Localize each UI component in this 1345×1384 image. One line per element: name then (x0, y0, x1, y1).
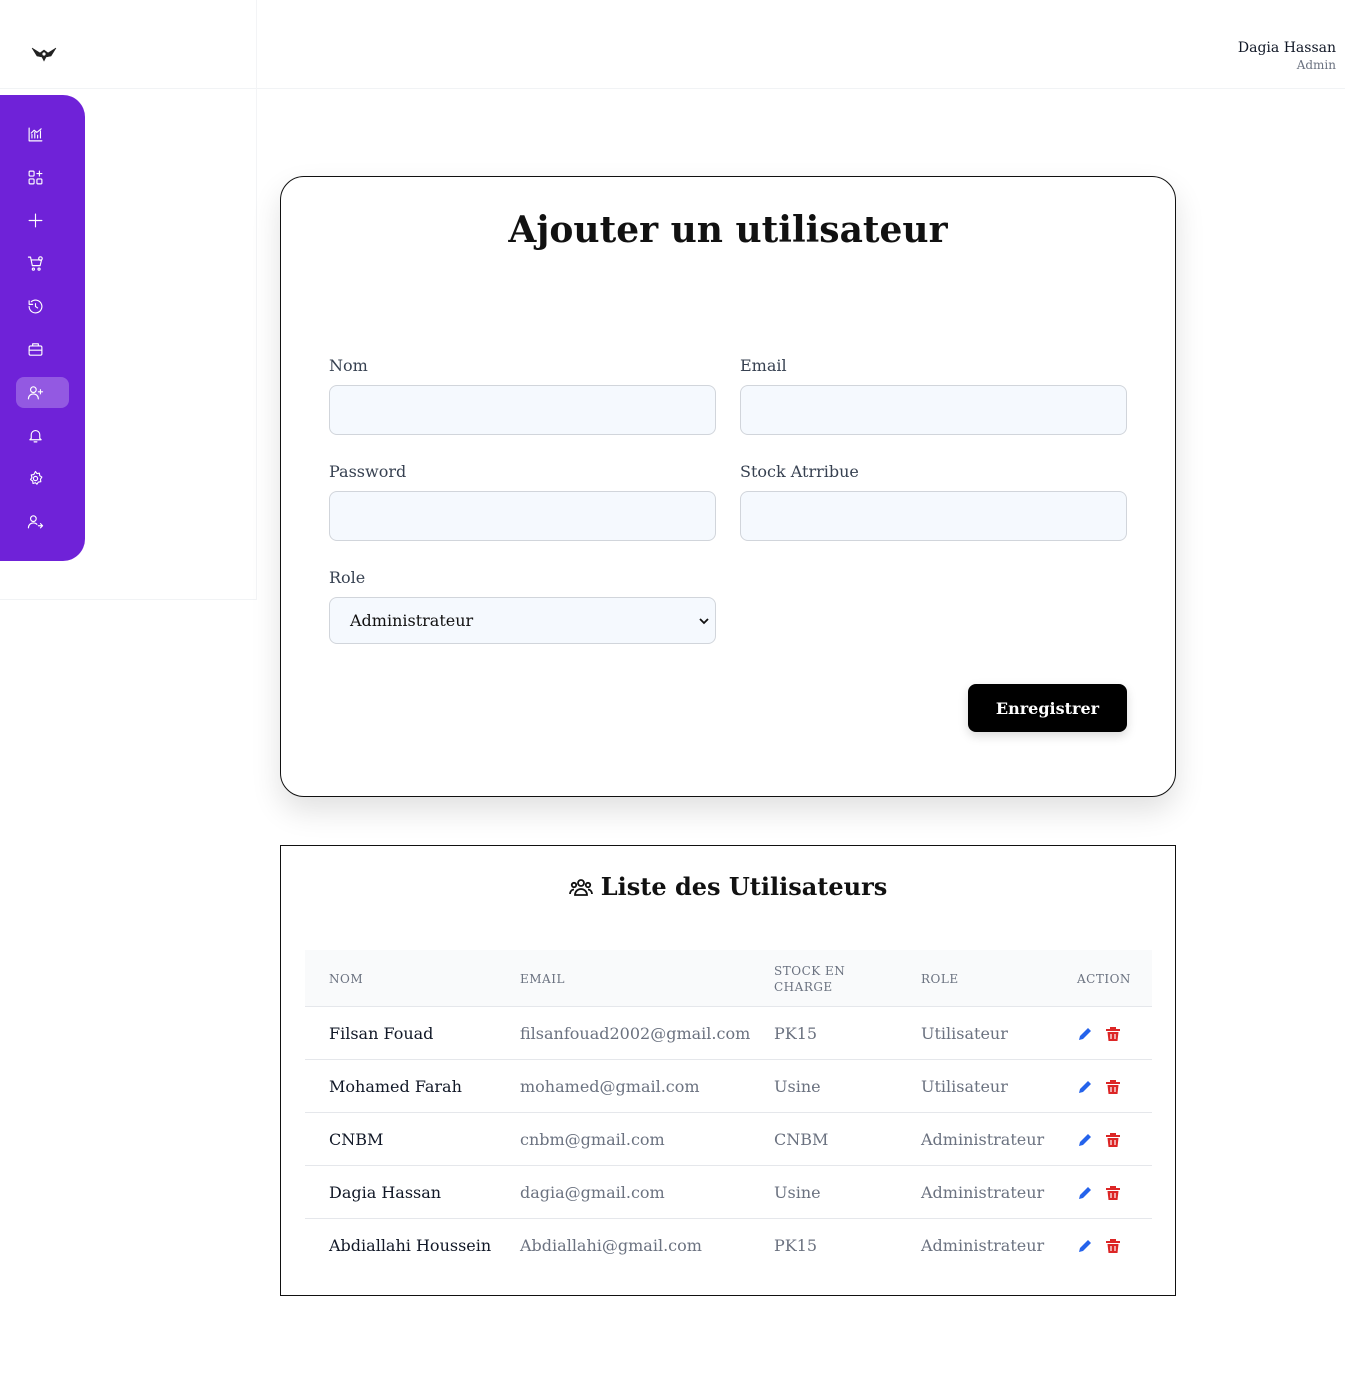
sidebar-item-settings[interactable] (16, 463, 69, 494)
table-row: Dagia Hassan dagia@gmail.com Usine Admin… (305, 1166, 1152, 1219)
row-actions (1077, 1166, 1133, 1219)
sidebar-item-add[interactable] (16, 205, 69, 236)
gear-icon (29, 470, 43, 485)
sidebar-item-dashboard[interactable] (16, 119, 69, 150)
user-nom: Filsan Fouad (329, 1024, 434, 1043)
edit-pencil-icon[interactable] (1077, 1132, 1093, 1148)
user-nom: CNBM (329, 1130, 384, 1149)
delete-trash-icon[interactable] (1105, 1132, 1121, 1148)
table-row: Mohamed Farah mohamed@gmail.com Usine Ut… (305, 1060, 1152, 1113)
user-stock: Usine (774, 1183, 821, 1202)
email-label: Email (740, 356, 787, 375)
stock-label: Stock Atrribue (740, 462, 859, 481)
user-logout-icon (27, 515, 44, 529)
users-list-card: Liste des Utilisateurs NOM EMAIL STOCK E… (280, 845, 1176, 1296)
cart-icon (27, 256, 43, 271)
bell-icon (29, 429, 42, 443)
user-role: Utilisateur (921, 1077, 1008, 1096)
row-actions (1077, 1219, 1133, 1272)
user-stock: PK15 (774, 1236, 818, 1255)
form-title: Ajouter un utilisateur (508, 209, 948, 251)
user-role: Administrateur (921, 1183, 1045, 1202)
user-role: Administrateur (921, 1130, 1045, 1149)
user-nom: Dagia Hassan (329, 1183, 442, 1202)
users-group-icon (568, 878, 593, 896)
user-name: Dagia Hassan (1237, 40, 1336, 56)
users-table: NOM EMAIL STOCK EN CHARGE ROLE ACTION Fi… (305, 950, 1152, 1272)
table-row: Abdiallahi Houssein Abdiallahi@gmail.com… (305, 1219, 1152, 1272)
eagle-logo-icon[interactable] (30, 44, 58, 64)
delete-trash-icon[interactable] (1105, 1238, 1121, 1254)
save-button[interactable]: Enregistrer (968, 684, 1127, 732)
sidebar-bottom-divider (0, 599, 256, 600)
briefcase-icon (28, 343, 43, 356)
user-nom: Abdiallahi Houssein (329, 1236, 492, 1255)
sidebar-item-notifications[interactable] (16, 420, 69, 451)
top-header: Dagia Hassan Admin (257, 0, 1345, 89)
nom-input[interactable] (329, 385, 716, 435)
password-input[interactable] (329, 491, 716, 541)
users-list-title-text: Liste des Utilisateurs (600, 872, 888, 901)
user-role: Administrateur (921, 1236, 1045, 1255)
edit-pencil-icon[interactable] (1077, 1238, 1093, 1254)
stock-input[interactable] (740, 491, 1127, 541)
sidebar-item-history[interactable] (16, 291, 69, 322)
role-label: Role (329, 568, 366, 587)
user-stock: Usine (774, 1077, 821, 1096)
column-header-action: ACTION (1077, 971, 1131, 986)
sidebar-item-orders[interactable] (16, 248, 69, 279)
column-header-stock: STOCK EN CHARGE (774, 963, 846, 994)
add-user-form-card: Ajouter un utilisateur Nom Email Passwor… (280, 176, 1176, 797)
grid-add-icon (28, 170, 43, 185)
sidebar (0, 95, 85, 561)
nom-label: Nom (329, 356, 368, 375)
table-row: Filsan Fouad filsanfouad2002@gmail.com P… (305, 1007, 1152, 1060)
column-header-nom: NOM (329, 971, 364, 986)
user-role: Admin (1296, 58, 1336, 72)
user-email: Abdiallahi@gmail.com (520, 1236, 702, 1255)
user-stock: PK15 (774, 1024, 818, 1043)
user-email: mohamed@gmail.com (520, 1077, 700, 1096)
delete-trash-icon[interactable] (1105, 1079, 1121, 1095)
delete-trash-icon[interactable] (1105, 1026, 1121, 1042)
sidebar-divider (256, 0, 257, 600)
user-add-icon (27, 386, 44, 400)
user-stock: CNBM (774, 1130, 829, 1149)
table-header: NOM EMAIL STOCK EN CHARGE ROLE ACTION (305, 950, 1152, 1007)
chevron-down-icon (699, 617, 709, 624)
edit-pencil-icon[interactable] (1077, 1185, 1093, 1201)
history-icon (28, 299, 43, 314)
column-header-email: EMAIL (520, 971, 565, 986)
user-role: Utilisateur (921, 1024, 1008, 1043)
sidebar-item-categories[interactable] (16, 162, 69, 193)
brand-area (0, 0, 256, 89)
sidebar-item-logout[interactable] (16, 506, 69, 537)
row-actions (1077, 1007, 1133, 1060)
sidebar-item-users[interactable] (16, 377, 69, 408)
user-email: dagia@gmail.com (520, 1183, 665, 1202)
row-actions (1077, 1113, 1133, 1166)
role-select[interactable]: Administrateur (329, 597, 716, 644)
row-actions (1077, 1060, 1133, 1113)
column-header-role: ROLE (921, 971, 959, 986)
edit-pencil-icon[interactable] (1077, 1079, 1093, 1095)
user-email: cnbm@gmail.com (520, 1130, 665, 1149)
password-label: Password (329, 462, 407, 481)
table-row: CNBM cnbm@gmail.com CNBM Administrateur (305, 1113, 1152, 1166)
user-email: filsanfouad2002@gmail.com (520, 1024, 751, 1043)
user-nom: Mohamed Farah (329, 1077, 462, 1096)
chart-icon (28, 127, 43, 142)
email-input[interactable] (740, 385, 1127, 435)
role-select-value: Administrateur (350, 611, 474, 630)
delete-trash-icon[interactable] (1105, 1185, 1121, 1201)
edit-pencil-icon[interactable] (1077, 1026, 1093, 1042)
sidebar-item-stock[interactable] (16, 334, 69, 365)
users-list-title: Liste des Utilisateurs (281, 872, 1175, 901)
user-menu[interactable]: Dagia Hassan Admin (1238, 40, 1336, 73)
plus-icon (28, 213, 43, 228)
